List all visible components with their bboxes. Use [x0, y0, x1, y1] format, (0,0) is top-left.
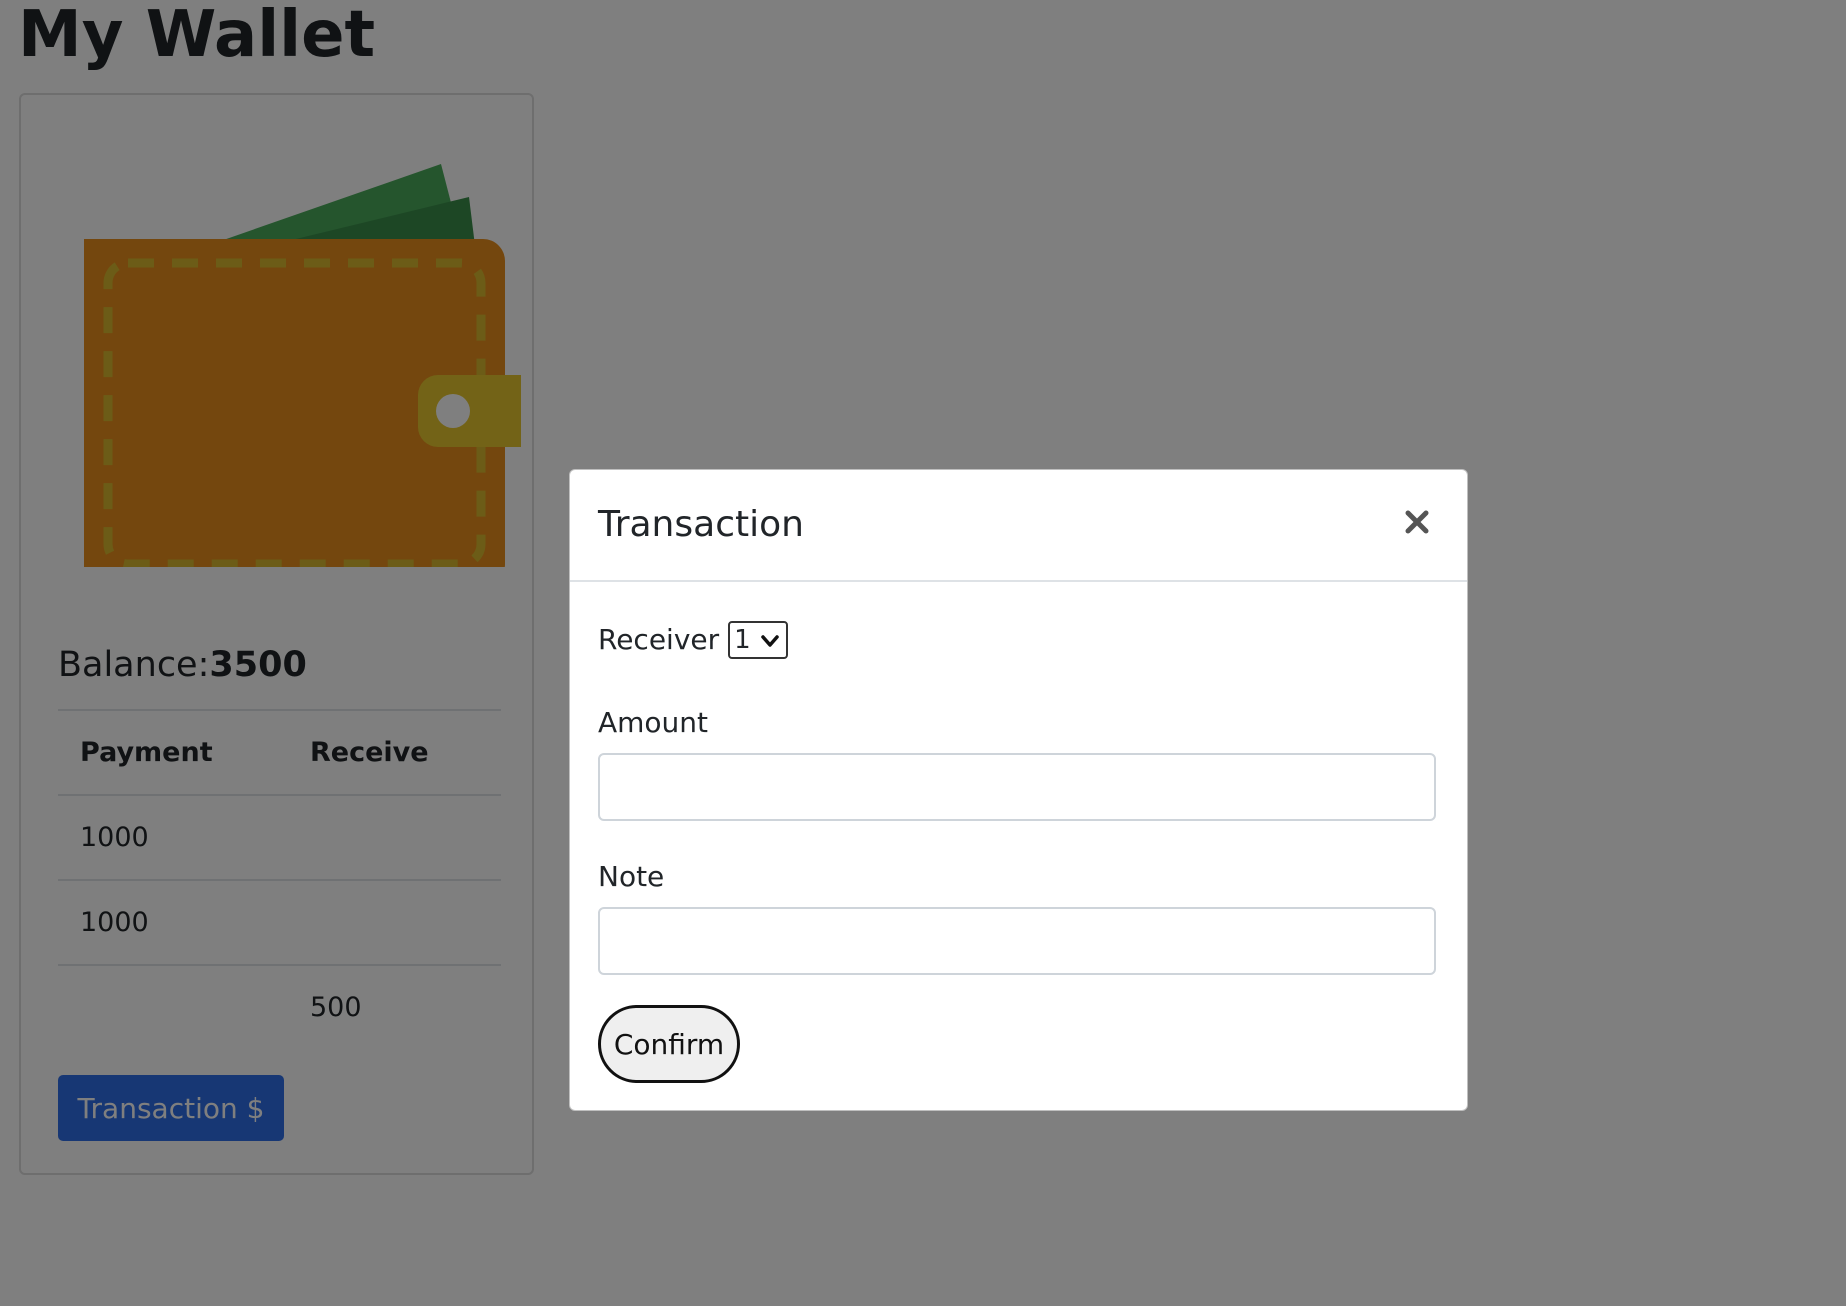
- chevron-down-icon: [761, 635, 779, 647]
- wallet-page: My Wallet Balance:3500 Payment Receive 1…: [0, 0, 1846, 1306]
- modal-title: Transaction: [598, 504, 804, 545]
- receiver-select[interactable]: 1: [728, 621, 789, 659]
- note-label: Note: [598, 860, 665, 893]
- note-field[interactable]: [598, 907, 1436, 975]
- close-icon: [1405, 510, 1429, 534]
- modal-header: Transaction: [570, 470, 1467, 582]
- amount-label: Amount: [598, 706, 709, 739]
- amount-field[interactable]: [598, 753, 1436, 821]
- receiver-selected-value: 1: [734, 625, 751, 655]
- close-button[interactable]: [1397, 502, 1437, 542]
- confirm-button[interactable]: Confirm: [598, 1005, 740, 1083]
- receiver-label: Receiver: [598, 623, 720, 656]
- receiver-row: Receiver 1: [598, 620, 789, 660]
- transaction-modal: Transaction Receiver 1 Amount Note Confi…: [569, 469, 1468, 1111]
